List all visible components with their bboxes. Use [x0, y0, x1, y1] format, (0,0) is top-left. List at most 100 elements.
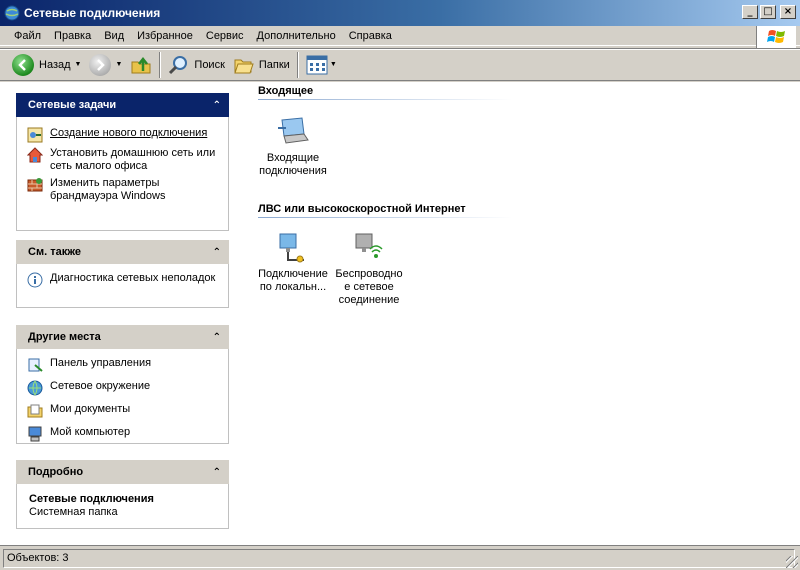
menu-tools[interactable]: Сервис — [200, 30, 250, 42]
forward-arrow-icon — [89, 53, 112, 76]
menu-favorites[interactable]: Избранное — [131, 30, 199, 42]
chevron-down-icon[interactable]: ▼ — [115, 61, 122, 68]
place-network-places-label[interactable]: Сетевое окружение — [50, 380, 150, 393]
details-header[interactable]: Подробно ⌃ — [16, 460, 229, 484]
details-name: Сетевые подключения — [29, 493, 154, 505]
details-type: Системная папка — [29, 506, 118, 518]
group-lan-title: ЛВС или высокоскоростной Интернет — [258, 203, 466, 215]
group-incoming-title: Входящее — [258, 85, 314, 97]
group-divider — [258, 217, 512, 218]
back-button[interactable]: Назад ▼ — [8, 51, 85, 79]
incoming-connection-icon — [278, 117, 309, 144]
collapse-icon[interactable]: ⌃ — [213, 100, 221, 111]
task-diagnostics[interactable]: Диагностика сетевых неполадок — [27, 272, 220, 288]
place-control-panel[interactable]: Панель управления — [27, 357, 220, 373]
menu-view[interactable]: Вид — [98, 30, 130, 42]
views-icon — [306, 55, 328, 74]
network-tasks-panel: Сетевые задачи ⌃ Создание нового подключ… — [16, 93, 229, 231]
task-pane: Сетевые задачи ⌃ Создание нового подключ… — [0, 82, 244, 545]
menu-help[interactable]: Справка — [343, 30, 398, 42]
collapse-icon[interactable]: ⌃ — [213, 332, 221, 343]
see-also-panel: См. также ⌃ Диагностика сетевых неполадо… — [16, 240, 229, 308]
forward-button[interactable]: ▼ — [85, 51, 126, 79]
my-documents-icon — [27, 404, 43, 418]
back-arrow-icon — [12, 53, 34, 76]
network-tasks-title: Сетевые задачи — [28, 99, 117, 111]
back-label: Назад — [39, 58, 71, 71]
new-connection-icon — [27, 127, 43, 143]
close-button[interactable]: × — [780, 5, 796, 19]
resize-grip-icon[interactable] — [786, 556, 798, 568]
search-label: Поиск — [194, 58, 225, 71]
collapse-icon[interactable]: ⌃ — [213, 247, 221, 258]
my-computer-icon — [28, 426, 42, 442]
local-area-connection-label-2: по локальн... — [259, 281, 327, 293]
home-network-icon — [27, 147, 43, 163]
folders-icon — [234, 59, 254, 73]
task-create-connection-label[interactable]: Создание нового подключения — [50, 127, 207, 140]
folders-label: Папки — [258, 58, 290, 71]
details-title: Подробно — [28, 466, 84, 478]
wireless-connection-label-1: Беспроводно — [335, 268, 403, 280]
menu-advanced[interactable]: Дополнительно — [251, 30, 342, 42]
task-home-network[interactable]: Установить домашнюю сеть или сеть малого… — [27, 147, 220, 173]
firewall-icon — [27, 178, 43, 192]
control-panel-icon — [28, 358, 43, 372]
place-network-places[interactable]: Сетевое окружение — [27, 380, 220, 396]
incoming-connections-label-2: подключения — [259, 165, 327, 177]
task-diagnostics-label[interactable]: Диагностика сетевых неполадок — [50, 272, 215, 285]
menu-edit[interactable]: Правка — [48, 30, 97, 42]
toolbar-separator — [159, 51, 162, 78]
window-title: Сетевые подключения — [24, 6, 161, 20]
place-my-computer-label[interactable]: Мой компьютер — [50, 426, 130, 439]
place-control-panel-label[interactable]: Панель управления — [50, 357, 151, 370]
menu-file[interactable]: Файл — [8, 30, 47, 42]
toolbar-separator — [296, 51, 299, 78]
group-divider — [258, 99, 512, 100]
maximize-button[interactable]: □ — [760, 5, 776, 19]
place-my-documents[interactable]: Мои документы — [27, 403, 220, 419]
chevron-down-icon[interactable]: ▼ — [75, 61, 82, 68]
up-folder-icon — [131, 56, 151, 73]
search-icon — [169, 55, 188, 74]
minimize-button[interactable]: _ — [742, 5, 758, 19]
task-firewall-label[interactable]: Изменить параметры брандмауэра Windows — [50, 177, 220, 203]
wireless-connection-label-3: соединение — [338, 294, 400, 306]
local-area-connection-item[interactable]: Подключение по локальн... — [254, 230, 332, 294]
see-also-title: См. также — [28, 246, 81, 258]
network-tasks-header[interactable]: Сетевые задачи ⌃ — [16, 93, 229, 117]
folders-button[interactable]: Папки — [229, 51, 294, 79]
incoming-connections-label-1: Входящие — [266, 152, 320, 164]
network-connections-icon — [4, 5, 20, 21]
status-bar: Объектов: 3 — [0, 545, 800, 570]
collapse-icon[interactable]: ⌃ — [213, 467, 221, 478]
status-objects-count: Объектов: 3 — [3, 548, 795, 568]
search-button[interactable]: Поиск — [164, 51, 228, 79]
place-my-documents-label[interactable]: Мои документы — [50, 403, 130, 416]
chevron-down-icon[interactable]: ▼ — [330, 61, 337, 68]
see-also-header[interactable]: См. также ⌃ — [16, 240, 229, 264]
wireless-connection-item[interactable]: Беспроводно е сетевое соединение — [330, 230, 408, 307]
other-places-panel: Другие места ⌃ Панель управления Сетевое… — [16, 325, 229, 444]
place-my-computer[interactable]: Мой компьютер — [27, 426, 220, 442]
wireless-connection-icon — [355, 233, 383, 258]
task-home-network-label[interactable]: Установить домашнюю сеть или сеть малого… — [50, 147, 220, 173]
title-bar: Сетевые подключения _ □ × — [0, 0, 800, 26]
incoming-connections-item[interactable]: Входящие подключения — [254, 114, 332, 178]
wireless-connection-label-2: е сетевое — [344, 281, 394, 293]
toolbar: Назад ▼ ▼ Поиск Папки ▼ — [0, 48, 800, 81]
other-places-header[interactable]: Другие места ⌃ — [16, 325, 229, 349]
network-places-icon — [27, 380, 43, 396]
task-firewall[interactable]: Изменить параметры брандмауэра Windows — [27, 177, 220, 203]
local-area-connection-label-1: Подключение — [258, 268, 328, 280]
task-create-connection[interactable]: Создание нового подключения — [27, 127, 220, 143]
up-folder-button[interactable] — [126, 51, 156, 79]
views-button[interactable]: ▼ — [302, 51, 341, 79]
other-places-title: Другие места — [28, 331, 101, 343]
lan-connection-icon — [279, 233, 304, 263]
details-panel: Подробно ⌃ Сетевые подключения Системная… — [16, 460, 229, 529]
content-pane: Входящее Входящие подключения ЛВС или вы… — [244, 82, 800, 545]
windows-logo-icon — [756, 26, 796, 48]
info-icon — [27, 272, 43, 288]
menu-bar: Файл Правка Вид Избранное Сервис Дополни… — [0, 26, 800, 46]
